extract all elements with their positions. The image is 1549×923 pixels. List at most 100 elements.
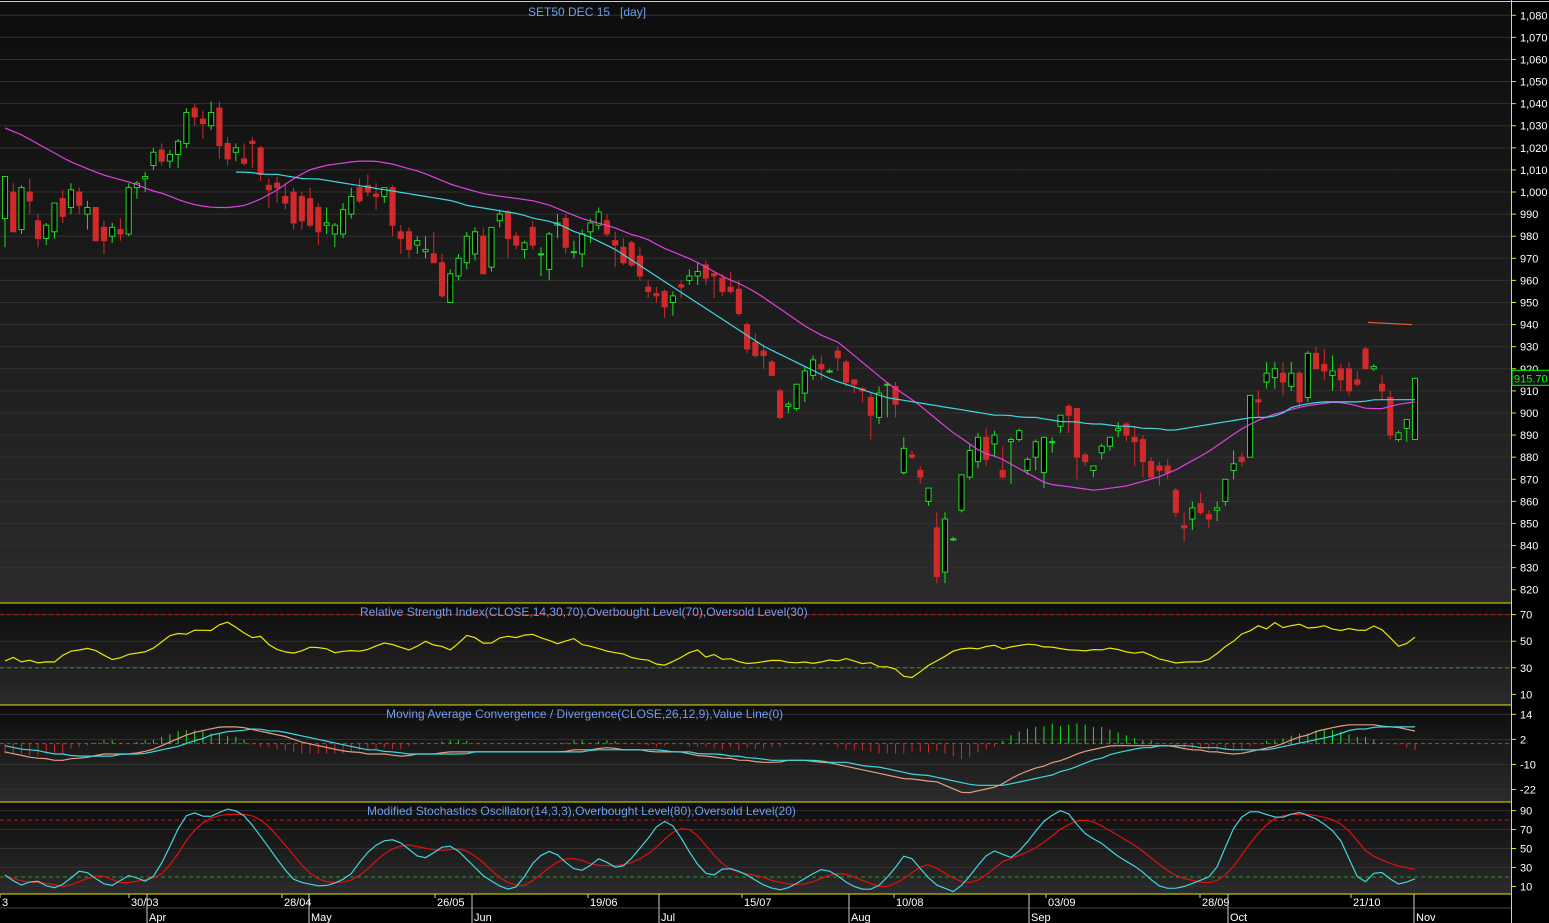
candle-up [1024,458,1031,471]
candle-down [678,284,685,288]
candle-up [331,224,338,235]
candle-down [274,182,281,189]
candle-down [999,469,1006,478]
candle-down [1378,383,1386,392]
candle-down [34,220,42,239]
candle-down [752,341,759,357]
y-tick-label: 1,030 [1520,121,1548,133]
panel-background-1 [0,604,1511,705]
candle-down [1296,372,1303,403]
candle-down [199,118,206,125]
y-tick-label: 70 [1520,610,1532,622]
y-tick-label: 830 [1520,563,1538,575]
candle-up [587,222,594,233]
candle-up [579,233,586,255]
y-tick-label: 30 [1520,663,1532,675]
y-tick-label: 1,070 [1520,32,1548,44]
y-tick-label: 1,050 [1520,77,1548,89]
candle-down [265,184,272,191]
candle-down [298,195,305,222]
y-tick-label: 10 [1520,689,1532,701]
x-tick-label: Jun [474,912,492,923]
candle-up [84,206,91,215]
candle-up [348,195,355,215]
x-tick-label: 10/08 [896,897,924,909]
candle-down [529,226,536,246]
candle-down [818,363,825,370]
candle-down [727,286,734,292]
y-tick-label: 1,000 [1520,187,1548,199]
candle-down [315,206,322,233]
y-tick-label: 1,040 [1520,99,1548,111]
candle-down [1156,465,1163,471]
y-tick-label: 50 [1520,844,1532,856]
candle-up [1329,370,1336,376]
candle-down [917,469,924,478]
macd-panel-title: Moving Average Convergence / Divergence(… [386,707,783,721]
candle-up [1288,372,1295,387]
y-tick-label: 990 [1520,209,1538,221]
y-tick-label: 850 [1520,518,1538,530]
candle-down [1197,503,1204,513]
candle-up [966,450,973,478]
rsi-panel-title: Relative Strength Index(CLOSE,14,30,70),… [360,605,808,619]
x-tick-label: Nov [1416,912,1436,923]
candle-up [208,111,215,127]
candle-down [290,191,297,224]
candle-up [925,487,932,502]
candle-down [257,147,264,175]
candle-down [1148,461,1155,478]
candle-up [785,403,792,407]
candle-down [438,262,446,297]
y-tick-label: 970 [1520,253,1538,265]
y-tick-label: -10 [1520,759,1536,771]
candle-down [249,140,256,144]
candle-down [158,149,165,162]
x-tick-label: 26/05 [437,897,465,909]
candle-up [1049,441,1056,444]
x-tick-label: 19/06 [590,897,618,909]
candle-up [1189,507,1196,520]
y-tick-label: 980 [1520,231,1538,243]
candle-up [1,176,9,220]
candle-up [537,253,545,256]
candle-down [1073,408,1080,458]
stoch-panel-title: Modified Stochastics Oscillator(14,3,3),… [367,804,796,818]
candle-down [760,350,767,357]
y-tick-label: 960 [1520,275,1538,287]
candle-down [908,454,916,458]
candle-down [1205,514,1212,520]
candle-down [1181,525,1188,529]
candle-up [323,222,330,226]
candle-down [1139,438,1146,463]
y-tick-label: 860 [1520,496,1538,508]
candle-down [834,350,841,359]
y-tick-label: 940 [1520,320,1538,332]
candle-up [1403,419,1410,429]
candle-up [826,370,833,373]
candle-down [307,198,314,226]
candle-up [1230,463,1237,471]
candle-up [232,147,239,153]
candle-down [1321,363,1328,372]
y-tick-label: 1,020 [1520,143,1548,155]
candle-up [958,474,965,511]
x-tick-label: 3 [2,897,8,909]
candle-down [430,253,437,264]
candle-down [397,231,404,239]
candle-up [51,202,58,233]
candle-up [340,209,347,235]
candle-up [125,187,132,235]
chart-canvas: 8208308408508608708808909009109209309409… [0,0,1549,923]
candle-down [356,187,363,202]
candle-up [166,153,173,162]
y-tick-label: 900 [1520,408,1538,420]
candle-up [1214,507,1221,511]
candle-up [67,189,75,208]
candle-down [1345,368,1353,392]
x-tick-label: 28/04 [284,897,312,909]
candle-up [694,271,701,277]
candle-down [1337,368,1344,381]
candle-up [422,248,429,253]
candle-down [100,226,108,242]
